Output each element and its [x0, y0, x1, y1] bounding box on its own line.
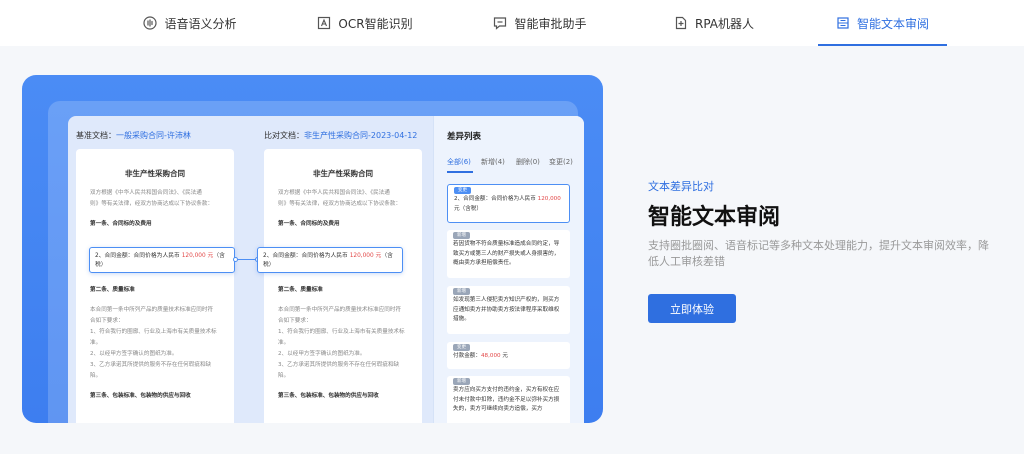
tab-label: 语音语义分析	[164, 16, 237, 31]
diff-tab-changed[interactable]: 变更(2)	[549, 157, 573, 167]
doc-line: 双方根据《中华人民共和国合同法》、《民法通	[90, 190, 202, 196]
doc-heading: 第三条、包装标准、包装物的供应与回收	[90, 393, 191, 399]
callout-text: 2、合同金额：合同价格为人民币	[95, 253, 182, 259]
doc-heading: 第二条、质量标准	[90, 287, 135, 293]
doc-title: 非生产性采购合同	[125, 169, 185, 178]
diff-badge-changed: 变更	[453, 344, 470, 351]
diff-item[interactable]: 变更 2、合同金额：合同价格为人民币 120,000 元（含税）	[447, 184, 570, 223]
diff-connector-line	[235, 259, 257, 260]
callout-amount: 120,000 元	[349, 253, 382, 259]
diff-item-suffix: 元（含税）	[454, 205, 482, 212]
doc-line: 本合同第一条中所列产品的质量技术标准应同时符	[278, 307, 402, 313]
doc-title: 非生产性采购合同	[313, 169, 373, 178]
try-now-button[interactable]: 立即体验	[648, 294, 736, 323]
diff-item[interactable]: 新增 卖方应向买方支付的违约金，买方有权在应付未付款中扣除，违约金不足以弥补买方…	[447, 376, 570, 423]
diff-badge-added: 新增	[453, 378, 470, 385]
compare-doc-label: 比对文档：	[264, 131, 304, 140]
tab-rpa-robot[interactable]: RPA机器人	[644, 0, 784, 46]
doc-line: 合如下要求：	[278, 318, 312, 324]
doc-heading: 第三条、包装标准、包装物的供应与回收	[278, 393, 379, 399]
doc-line: 3、乙方承诺其所提供的服务不存在任何瑕疵和缺	[90, 362, 212, 368]
doc-line: 准。	[90, 340, 102, 346]
doc-line: 3、乙方承诺其所提供的服务不存在任何瑕疵和缺	[278, 362, 400, 368]
robot-file-icon	[675, 16, 687, 30]
feature-kicker: 文本差异比对	[648, 180, 714, 193]
doc-line: 准。	[278, 340, 290, 346]
feature-headline: 智能文本审阅	[648, 205, 781, 230]
tab-label: RPA机器人	[694, 16, 755, 31]
tab-label: 智能文本审阅	[856, 16, 929, 31]
doc-line: 陷。	[278, 373, 290, 379]
scan-text-icon	[318, 16, 331, 30]
feature-description: 支持圈批圈阅、语音标记等多种文本处理能力，提升文本审阅效率，降低人工审核差错	[648, 239, 989, 268]
diff-item-text: 2、合同金额：合同价格为人民币	[454, 196, 538, 202]
compare-doc-link[interactable]: 非生产性采购合同-2023-04-12	[304, 131, 417, 140]
base-document[interactable]: 非生产性采购合同 双方根据《中华人民共和国合同法》、《民法通 则》等有关法律，经…	[76, 149, 234, 423]
doc-line: 2、以经甲方签字确认的图纸为准。	[278, 351, 366, 357]
doc-heading: 第一条、合同标的及费用	[90, 221, 152, 227]
connector-dot	[233, 257, 238, 262]
tab-label: 智能审批助手	[514, 16, 587, 31]
doc-line: 则》等有关法律，经双方协商达成以下协议条款：	[90, 201, 214, 207]
diff-tab-added[interactable]: 新增(4)	[481, 157, 505, 167]
diff-item-suffix: 元	[500, 353, 508, 359]
callout-amount: 120,000 元	[181, 253, 214, 259]
callout-text: 2、合同金额：合同价格为人民币	[263, 253, 350, 259]
diff-item-amount: 48,000	[480, 353, 501, 359]
diff-item-text: 卖方应向买方支付的违约金，买方有权在应付未付款中扣除，违约金不足以弥补买方损失的…	[453, 387, 560, 412]
message-check-icon	[494, 17, 507, 30]
diff-badge-added: 新增	[453, 232, 470, 239]
doc-line: 则》等有关法律，经双方协商达成以下协议条款：	[278, 201, 402, 207]
doc-line: 1、符合我行的圈廓、行业及上海市有关质量技术标	[90, 329, 217, 335]
tab-approval-assistant[interactable]: 智能审批助手	[470, 0, 610, 46]
diff-item-text: 如发现第三人侵犯卖方知识产权的，则买方应通知卖方并协助卖方按法律程序采取维权措施…	[453, 297, 560, 322]
tab-ocr[interactable]: OCR智能识别	[295, 0, 435, 46]
diff-badge-changed: 变更	[454, 187, 471, 194]
doc-line: 双方根据《中华人民共和国合同法》、《民法通	[278, 190, 390, 196]
compare-diff-callout[interactable]: 2、合同金额：合同价格为人民币 120,000 元（含税）	[257, 247, 403, 273]
feature-showcase: 基准文档：一般采购合同-许沛林 比对文档：非生产性采购合同-2023-04-12…	[22, 75, 603, 423]
base-doc-link[interactable]: 一般采购合同-许沛林	[116, 131, 191, 140]
audio-wave-icon	[143, 16, 158, 30]
doc-line: 合如下要求：	[90, 318, 124, 324]
tab-speech-analysis[interactable]: 语音语义分析	[120, 0, 260, 46]
diff-item[interactable]: 新增 若因货物不符合质量标准造成合同约定，导致买方或第三人的财产损失或人身损害的…	[447, 230, 570, 278]
product-tab-bar: 语音语义分析 OCR智能识别 智能审批助手 RPA机器人 智能文本审阅	[0, 0, 1024, 46]
doc-heading: 第二条、质量标准	[278, 287, 323, 293]
base-doc-header: 基准文档：一般采购合同-许沛林	[76, 130, 191, 141]
diff-badge-added: 新增	[453, 288, 470, 295]
doc-line: 本合同第一条中所列产品的质量技术标准应同时符	[90, 307, 214, 313]
diff-tab-all[interactable]: 全部(6)	[447, 157, 471, 167]
doc-heading: 第一条、合同标的及费用	[278, 221, 340, 227]
diff-item-amount: 120,000	[537, 196, 561, 202]
compare-doc-header: 比对文档：非生产性采购合同-2023-04-12	[264, 130, 417, 141]
doc-line: 陷。	[90, 373, 102, 379]
compare-document[interactable]: 非生产性采购合同 双方根据《中华人民共和国合同法》、《民法通 则》等有关法律，经…	[264, 149, 422, 423]
diff-list-title: 差异列表	[447, 132, 482, 142]
tab-label: OCR智能识别	[338, 16, 413, 31]
diff-tab-deleted[interactable]: 删除(0)	[516, 157, 540, 167]
diff-tab-indicator	[447, 171, 473, 173]
diff-item[interactable]: 新增 如发现第三人侵犯卖方知识产权的，则买方应通知卖方并协助卖方按法律程序采取维…	[447, 286, 570, 334]
compare-list-icon	[837, 17, 849, 29]
diff-list-panel: 差异列表 全部(6) 新增(4) 删除(0) 变更(2) 变更 2、合同金额：合…	[433, 116, 584, 423]
active-tab-indicator	[818, 44, 947, 46]
diff-item-text: 付款金额：	[453, 353, 481, 359]
base-diff-callout[interactable]: 2、合同金额：合同价格为人民币 120,000 元（含税）	[89, 247, 235, 273]
tab-text-review[interactable]: 智能文本审阅	[818, 0, 947, 46]
base-doc-label: 基准文档：	[76, 131, 116, 140]
diff-item[interactable]: 变更 付款金额：48,000 元	[447, 342, 570, 369]
diff-item-text: 若因货物不符合质量标准造成合同约定，导致买方或第三人的财产损失或人身损害的，概由…	[453, 241, 560, 266]
review-app-window: 基准文档：一般采购合同-许沛林 比对文档：非生产性采购合同-2023-04-12…	[68, 116, 584, 423]
doc-line: 1、符合我行的圈廓、行业及上海市有关质量技术标	[278, 329, 405, 335]
doc-line: 2、以经甲方签字确认的图纸为准。	[90, 351, 178, 357]
